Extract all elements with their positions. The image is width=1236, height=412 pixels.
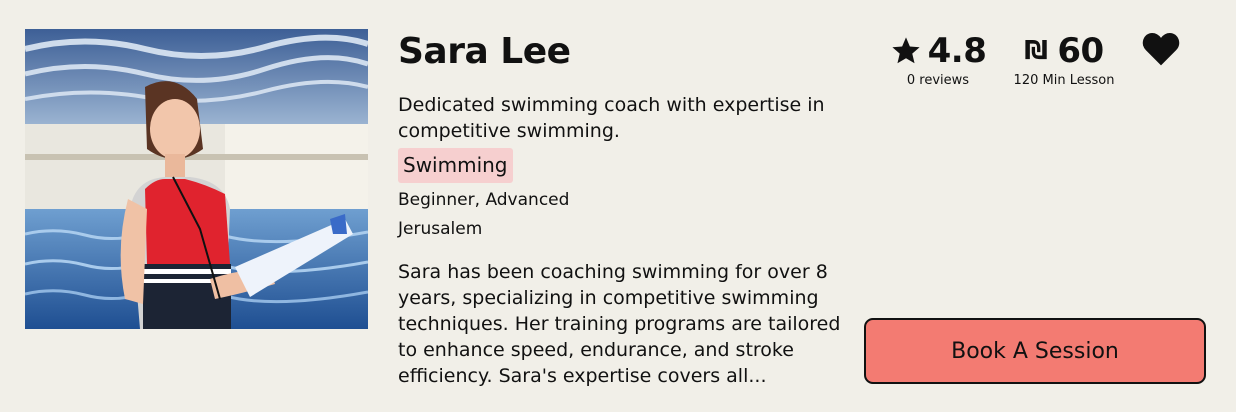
coach-location: Jerusalem bbox=[398, 219, 483, 239]
coach-tagline: Dedicated swimming coach with expertise … bbox=[398, 94, 825, 142]
star-icon bbox=[892, 37, 920, 64]
shekel-icon: ₪ bbox=[1024, 36, 1048, 66]
price-summary: ₪ 60 120 Min Lesson bbox=[1005, 30, 1123, 90]
book-session-button[interactable]: Book A Session bbox=[864, 318, 1206, 384]
review-count: 0 reviews bbox=[906, 73, 970, 88]
coach-name: Sara Lee bbox=[398, 31, 571, 72]
coach-bio: Sara has been coaching swimming for over… bbox=[398, 261, 841, 387]
skill-levels: Beginner, Advanced bbox=[398, 190, 570, 210]
price-value: 60 bbox=[1057, 31, 1104, 71]
coach-photo bbox=[25, 29, 368, 329]
lesson-duration: 120 Min Lesson bbox=[1013, 73, 1115, 88]
rating-summary: 4.8 0 reviews bbox=[888, 30, 988, 90]
sport-tag: Swimming bbox=[398, 148, 513, 183]
heart-icon[interactable] bbox=[1141, 31, 1181, 67]
rating-value: 4.8 bbox=[927, 31, 987, 71]
